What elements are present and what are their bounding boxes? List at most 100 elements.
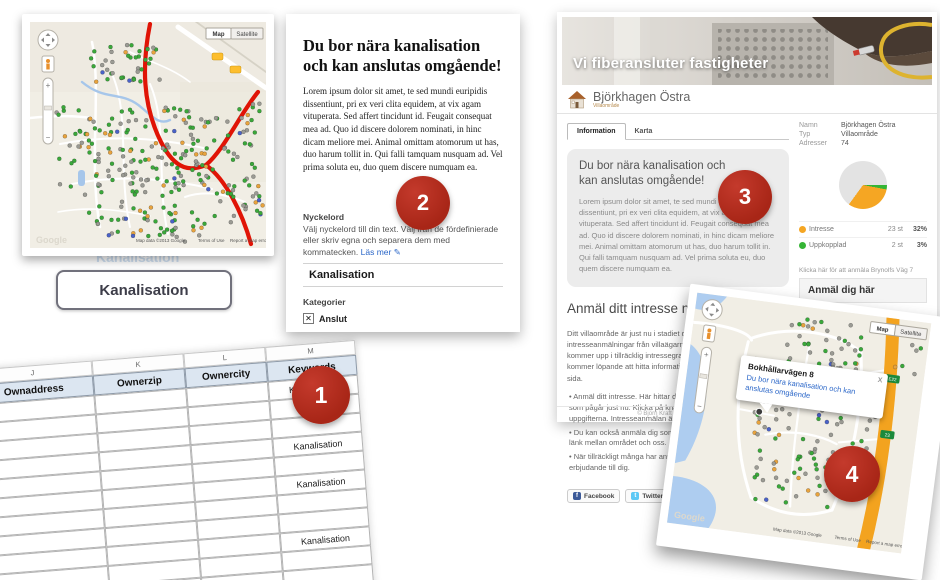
house-marker <box>257 102 261 106</box>
signup-button[interactable]: Anmäl dig här <box>799 278 927 303</box>
house-marker <box>180 141 184 145</box>
notice-title: Du bor nära kanalisation och kan ansluta… <box>579 159 729 189</box>
house-marker <box>90 142 94 146</box>
fact-value: 74 <box>841 140 927 147</box>
legend-percent: 32% <box>903 226 927 233</box>
house-marker <box>797 322 801 326</box>
house-marker <box>225 120 229 124</box>
cta-hint: Klicka här för att anmäla Brynolfs Väg 7 <box>799 267 927 274</box>
house-marker <box>143 158 147 162</box>
house-marker <box>116 218 120 222</box>
house-marker <box>93 159 97 163</box>
house-marker <box>815 492 819 496</box>
category-checkbox[interactable]: ✕ <box>303 313 314 324</box>
house-marker <box>172 106 176 110</box>
house-marker <box>251 102 255 106</box>
house-marker <box>825 420 829 424</box>
house-marker <box>212 139 216 143</box>
house-marker <box>134 170 138 174</box>
house-marker <box>139 228 143 232</box>
map1-pan-control[interactable] <box>38 30 58 50</box>
house-marker <box>126 128 130 132</box>
map1-zoom-slider[interactable]: + − <box>43 78 53 144</box>
house-marker <box>154 167 158 171</box>
house-marker <box>107 233 111 237</box>
map1-canvas[interactable]: + − Map Satellite Google Map data ©2013 … <box>30 22 266 248</box>
house-marker <box>77 145 81 149</box>
house-marker <box>830 351 834 355</box>
house-marker <box>92 120 96 124</box>
house-marker <box>839 346 843 350</box>
legend-percent: 3% <box>903 242 927 249</box>
house-marker <box>806 488 810 492</box>
legend-row: Uppkopplad2 st3% <box>799 237 927 253</box>
map4-card: E22 23 + − Map <box>656 284 940 580</box>
house-marker <box>154 141 158 145</box>
map1-pegman[interactable] <box>42 56 54 72</box>
fact-row: NamnBjörkhagen Östra <box>799 122 927 129</box>
tab-karta[interactable]: Karta <box>626 124 662 139</box>
house-marker <box>147 62 151 66</box>
house-marker <box>62 105 66 109</box>
house-marker <box>155 177 159 181</box>
house-marker <box>825 505 829 509</box>
read-more-link[interactable]: Läs mer <box>361 247 392 257</box>
house-marker <box>150 145 154 149</box>
house-marker <box>809 451 813 455</box>
house-marker <box>261 203 265 207</box>
house-marker <box>77 108 81 112</box>
house-marker <box>774 417 778 421</box>
share-label: Facebook <box>584 493 614 500</box>
keywords-input[interactable]: Kanalisation <box>303 263 503 287</box>
house-marker <box>143 190 147 194</box>
house-marker <box>221 190 225 194</box>
house-marker <box>192 228 196 232</box>
house-marker <box>120 200 124 204</box>
tab-information[interactable]: Information <box>567 123 626 140</box>
house-marker <box>196 218 200 222</box>
house-marker <box>774 476 778 480</box>
house-marker <box>132 206 136 210</box>
house-marker <box>213 214 217 218</box>
house-marker <box>211 168 215 172</box>
house-marker <box>121 154 125 158</box>
house-marker <box>214 116 218 120</box>
house-marker <box>814 462 818 466</box>
map1-card: + − Map Satellite Google Map data ©2013 … <box>22 14 274 256</box>
house-marker <box>231 158 235 162</box>
pencil-icon[interactable]: ✎ <box>394 247 401 257</box>
house-marker <box>96 182 100 186</box>
house-marker <box>835 422 839 426</box>
house-marker <box>131 175 135 179</box>
share-button-facebook[interactable]: fFacebook <box>567 489 620 503</box>
house-marker <box>196 139 200 143</box>
article-title: Du bor nära kanalisation och kan ansluta… <box>303 36 503 76</box>
house-marker <box>784 500 788 504</box>
map4-canvas[interactable]: E22 23 + − Map <box>667 293 931 554</box>
info-window-close-icon[interactable]: X <box>877 377 883 385</box>
house-marker <box>788 356 792 360</box>
facebook-icon: f <box>573 492 581 500</box>
hero-banner-image <box>562 17 932 85</box>
house-marker <box>125 43 129 47</box>
house-marker <box>97 204 101 208</box>
house-marker <box>106 77 110 81</box>
svg-text:Map: Map <box>213 32 225 38</box>
house-marker <box>179 174 183 178</box>
house-marker <box>124 217 128 221</box>
house-marker <box>806 342 810 346</box>
house-marker <box>756 420 760 424</box>
house-marker <box>190 210 194 214</box>
house-marker <box>165 179 169 183</box>
house-marker <box>823 349 827 353</box>
share-label: Twitter <box>642 493 663 500</box>
map1-type-controls[interactable]: Map Satellite <box>206 28 263 39</box>
house-marker <box>254 191 258 195</box>
house-marker <box>253 131 257 135</box>
house-marker <box>154 219 158 223</box>
map4-pegman[interactable] <box>702 325 716 342</box>
house-marker <box>101 70 105 74</box>
house-marker <box>110 60 114 64</box>
house-marker <box>202 183 206 187</box>
house-marker <box>200 163 204 167</box>
